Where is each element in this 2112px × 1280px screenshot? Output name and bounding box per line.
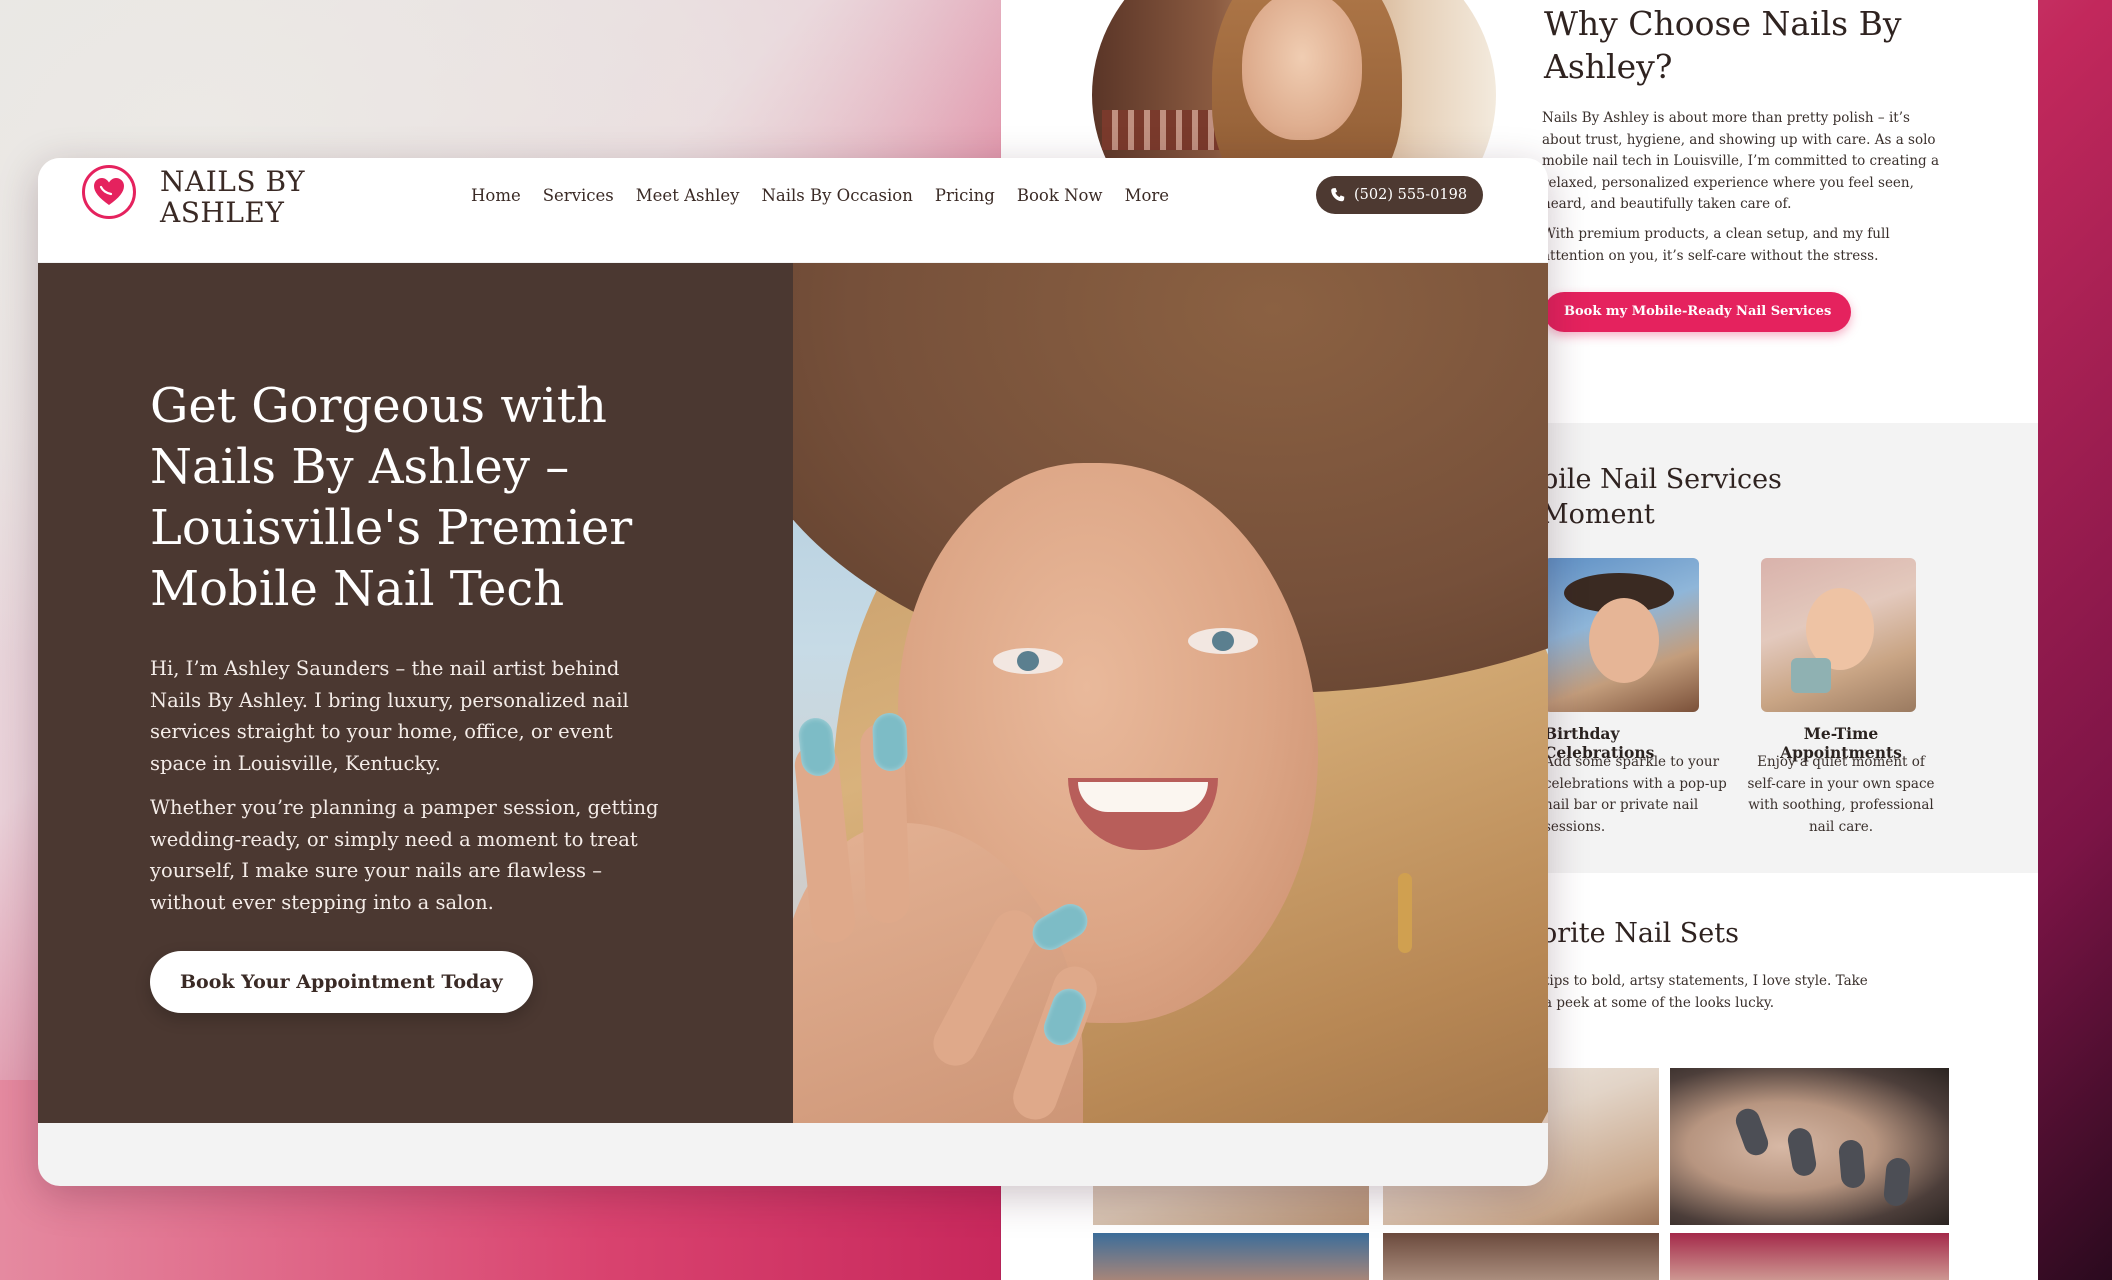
book-mobile-services-button[interactable]: Book my Mobile-Ready Nail Services — [1544, 292, 1852, 332]
phone-number: (502) 555-0198 — [1354, 187, 1468, 203]
nav-more[interactable]: More — [1114, 184, 1180, 208]
earring — [1398, 873, 1412, 953]
front-page-mockup: NAILS BY ASHLEY Home Services Meet Ashle… — [38, 158, 1548, 1186]
service-desc-me-time: Enjoy a quiet moment of self-care in you… — [1747, 754, 1935, 835]
hero-paragraph-2: Whether you’re planning a pamper session… — [150, 796, 659, 914]
gallery-image-5 — [1383, 1233, 1659, 1280]
polish-shelf — [1102, 110, 1222, 150]
nail-sets-paragraph: tips to bold, artsy statements, I love s… — [1544, 973, 1868, 1011]
site-header: NAILS BY ASHLEY Home Services Meet Ashle… — [38, 158, 1548, 262]
phone-icon — [1331, 188, 1345, 202]
book-appointment-button[interactable]: Book Your Appointment Today — [150, 951, 533, 1013]
nav-book-now[interactable]: Book Now — [1006, 184, 1114, 208]
why-choose-paragraph-2: With premium products, a clean setup, an… — [1542, 226, 1890, 264]
nav-home[interactable]: Home — [460, 184, 532, 208]
nail-sets-title: orite Nail Sets — [1541, 918, 1739, 949]
brand-name[interactable]: NAILS BY ASHLEY — [160, 166, 360, 228]
portrait-face — [1242, 0, 1362, 140]
gallery-image-3 — [1670, 1068, 1949, 1225]
heart-logo-icon[interactable] — [82, 165, 136, 219]
nav-nails-by-occasion[interactable]: Nails By Occasion — [750, 184, 923, 208]
nav-meet-ashley[interactable]: Meet Ashley — [625, 184, 751, 208]
gallery-image-4 — [1093, 1233, 1369, 1280]
hero-paragraph-1: Hi, I’m Ashley Saunders – the nail artis… — [150, 657, 629, 775]
nail-polish — [871, 712, 909, 772]
phone-button[interactable]: (502) 555-0198 — [1316, 176, 1484, 214]
gallery-image-6 — [1670, 1233, 1949, 1280]
why-choose-title: Why Choose Nails By Ashley? — [1544, 4, 1902, 86]
nav-pricing[interactable]: Pricing — [924, 184, 1006, 208]
services-section-title: bile Nail Services Moment — [1541, 464, 1782, 530]
main-nav: Home Services Meet Ashley Nails By Occas… — [460, 184, 1180, 208]
hero-title: Get Gorgeous with Nails By Ashley – Loui… — [150, 378, 633, 617]
me-time-appointments-image — [1761, 558, 1916, 712]
service-desc-birthday: Add some sparkle to your celebrations wi… — [1544, 754, 1727, 835]
birthday-celebrations-image — [1544, 558, 1699, 712]
nav-services[interactable]: Services — [532, 184, 625, 208]
why-choose-paragraph-1: Nails By Ashley is about more than prett… — [1542, 110, 1940, 212]
hero-image — [793, 263, 1548, 1123]
